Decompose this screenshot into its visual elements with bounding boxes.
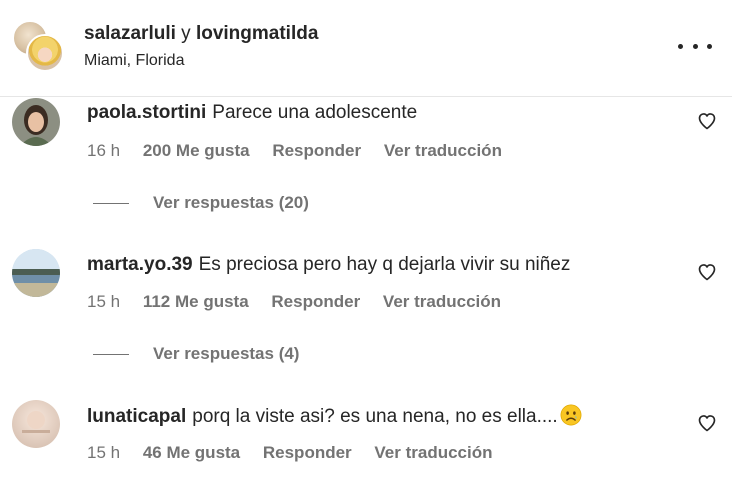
comment-meta: 15 h 112 Me gusta Responder Ver traducci… — [87, 291, 501, 313]
replies-divider — [93, 202, 129, 204]
view-replies-button[interactable]: Ver respuestas (20) — [93, 192, 309, 214]
comment-meta: 16 h 200 Me gusta Responder Ver traducci… — [87, 140, 502, 162]
reply-button[interactable]: Responder — [272, 141, 361, 160]
view-replies-label: Ver respuestas (4) — [153, 344, 300, 363]
header-location[interactable]: Miami, Florida — [84, 51, 184, 71]
reply-button[interactable]: Responder — [271, 292, 360, 311]
comment-body: porq la viste asi? es una nena, no es el… — [192, 406, 558, 427]
header-username-1[interactable]: salazarluli — [84, 23, 176, 44]
comment-text-line: lunaticapal porq la viste asi? es una nen… — [87, 404, 582, 429]
header-username-2[interactable]: lovingmatilda — [196, 23, 318, 44]
like-heart-icon[interactable] — [697, 262, 717, 282]
post-header: salazarluli y lovingmatilda Miami, Flori… — [0, 0, 732, 97]
comment-likes[interactable]: 200 Me gusta — [143, 141, 250, 160]
comment-time: 15 h — [87, 443, 121, 462]
like-heart-icon[interactable] — [697, 413, 717, 433]
comment-meta: 15 h 46 Me gusta Responder Ver traducció… — [87, 442, 493, 464]
avatar-photo-icon — [12, 249, 60, 297]
like-heart-icon[interactable] — [697, 111, 717, 131]
header-avatar-stack[interactable] — [12, 20, 64, 72]
more-dots-icon — [678, 43, 683, 49]
comment-likes[interactable]: 46 Me gusta — [143, 443, 240, 462]
avatar-photo-icon — [12, 98, 60, 146]
avatar-photo-icon — [12, 400, 60, 448]
comment-username[interactable]: paola.stortini — [87, 102, 206, 123]
comment-avatar[interactable] — [12, 249, 60, 297]
comment-body: Parece una adolescente — [212, 102, 418, 123]
replies-divider — [93, 353, 129, 355]
more-dots-icon-2 — [692, 43, 698, 49]
comment-username[interactable]: lunaticapal — [87, 406, 186, 427]
view-replies-button[interactable]: Ver respuestas (4) — [93, 343, 299, 365]
comment-body: Es preciosa pero hay q dejarla vivir su … — [198, 254, 571, 275]
comment-text-line: paola.stortini Parece una adolescente — [87, 101, 417, 125]
comment-time: 15 h — [87, 292, 121, 311]
translate-button[interactable]: Ver traducción — [374, 443, 492, 462]
instagram-comments-panel: salazarluli y lovingmatilda Miami, Flori… — [0, 0, 732, 485]
comment-likes[interactable]: 112 Me gusta — [143, 292, 249, 311]
more-dots-icon-3 — [707, 43, 712, 49]
comment-text-line: marta.yo.39 Es preciosa pero hay q dejarl… — [87, 253, 570, 277]
more-options-button[interactable] — [678, 34, 712, 58]
reply-button[interactable]: Responder — [263, 443, 352, 462]
comment-avatar[interactable] — [12, 400, 60, 448]
header-title: salazarluli y lovingmatilda — [84, 22, 318, 46]
comment-time: 16 h — [87, 141, 121, 160]
view-replies-label: Ver respuestas (20) — [153, 193, 309, 212]
sad-face-icon — [560, 404, 582, 426]
header-conjunction: y — [181, 23, 191, 44]
comment-username[interactable]: marta.yo.39 — [87, 254, 193, 275]
translate-button[interactable]: Ver traducción — [383, 292, 501, 311]
comment-avatar[interactable] — [12, 98, 60, 146]
avatar-lovingmatilda[interactable] — [26, 34, 64, 72]
translate-button[interactable]: Ver traducción — [384, 141, 502, 160]
